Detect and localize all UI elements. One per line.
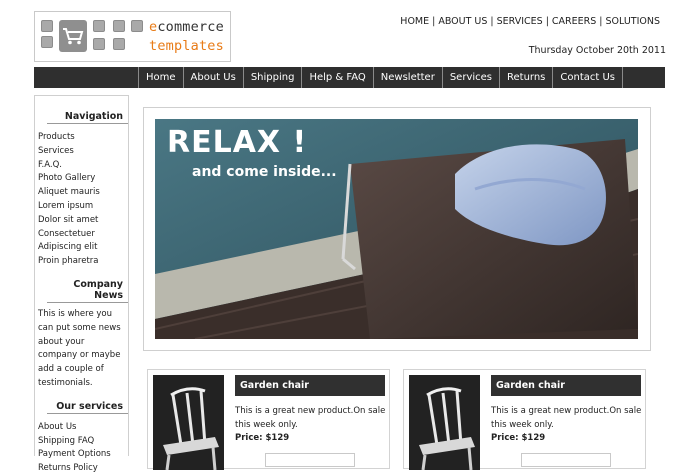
logo-square bbox=[113, 20, 125, 32]
top-link-home[interactable]: HOME bbox=[400, 16, 429, 27]
our-services-heading: Our services bbox=[47, 401, 128, 414]
logo-text-templates: templates bbox=[149, 38, 224, 54]
top-link-about-us[interactable]: ABOUT US bbox=[438, 16, 487, 27]
nav-returns[interactable]: Returns bbox=[500, 67, 554, 88]
product-description: This is a great new product.On sale this… bbox=[235, 406, 386, 430]
sidebar-item-payment-options[interactable]: Payment Options bbox=[38, 448, 128, 462]
sidebar: Navigation Products Services F.A.Q. Phot… bbox=[34, 95, 129, 473]
hero-banner[interactable]: RELAX ! and come inside... bbox=[155, 119, 638, 339]
hero-title: RELAX ! bbox=[167, 125, 308, 160]
sidebar-item-aliquet-mauris[interactable]: Aliquet mauris bbox=[38, 186, 128, 200]
logo-square bbox=[93, 38, 105, 50]
nav-contact-us[interactable]: Contact Us bbox=[553, 67, 624, 88]
cart-icon bbox=[59, 20, 87, 52]
sidebar-item-services[interactable]: Services bbox=[38, 145, 128, 159]
logo-square bbox=[113, 38, 125, 50]
sidebar-item-adipiscing-elit[interactable]: Adipiscing elit bbox=[38, 241, 128, 255]
logo-text-ecommerce: ecommerce bbox=[149, 19, 224, 35]
company-news-text: This is where you can put some news abou… bbox=[38, 308, 121, 388]
product-card: Garden chair This is a great new product… bbox=[147, 369, 390, 470]
nav-about-us[interactable]: About Us bbox=[184, 67, 244, 88]
product-button[interactable] bbox=[265, 453, 355, 467]
top-links: HOME | ABOUT US | SERVICES | CAREERS | SOLUTIONS bbox=[400, 16, 660, 27]
logo-square bbox=[41, 20, 53, 32]
product-button[interactable] bbox=[521, 453, 611, 467]
nav-newsletter[interactable]: Newsletter bbox=[374, 67, 443, 88]
product-price: Price: $129 bbox=[491, 433, 546, 443]
top-link-services[interactable]: SERVICES bbox=[497, 16, 543, 27]
nav-help-faq[interactable]: Help & FAQ bbox=[302, 67, 374, 88]
sidebar-item-returns-policy[interactable]: Returns Policy bbox=[38, 462, 128, 476]
sidebar-item-about-us[interactable]: About Us bbox=[38, 421, 128, 435]
services-list: About Us Shipping FAQ Payment Options Re… bbox=[35, 421, 128, 476]
sidebar-item-consectetuer[interactable]: Consectetuer bbox=[38, 228, 128, 242]
top-link-solutions[interactable]: SOLUTIONS bbox=[606, 16, 661, 27]
main-nav: Home About Us Shipping Help & FAQ Newsle… bbox=[34, 67, 665, 88]
sidebar-item-products[interactable]: Products bbox=[38, 131, 128, 145]
nav-home[interactable]: Home bbox=[139, 67, 184, 88]
top-link-careers[interactable]: CAREERS bbox=[552, 16, 596, 27]
current-date: Thursday October 20th 2011 bbox=[528, 45, 666, 56]
sidebar-item-proin-pharetra[interactable]: Proin pharetra bbox=[38, 255, 128, 269]
nav-shipping[interactable]: Shipping bbox=[244, 67, 303, 88]
logo-square bbox=[131, 20, 143, 32]
nav-services[interactable]: Services bbox=[443, 67, 500, 88]
sidebar-item-photo-gallery[interactable]: Photo Gallery bbox=[38, 172, 128, 186]
site-logo[interactable]: ecommerce templates bbox=[34, 11, 231, 62]
sidebar-item-faq[interactable]: F.A.Q. bbox=[38, 159, 128, 173]
sidebar-item-shipping-faq[interactable]: Shipping FAQ bbox=[38, 435, 128, 449]
company-news-heading: Company News bbox=[47, 279, 128, 303]
hero-subtitle: and come inside... bbox=[192, 164, 337, 180]
navigation-heading: Navigation bbox=[47, 111, 128, 124]
product-card: Garden chair This is a great new product… bbox=[403, 369, 646, 470]
product-title[interactable]: Garden chair bbox=[491, 375, 641, 396]
hero-container: RELAX ! and come inside... bbox=[143, 107, 651, 351]
sidebar-item-dolor-sit-amet[interactable]: Dolor sit amet bbox=[38, 214, 128, 228]
product-description: This is a great new product.On sale this… bbox=[491, 406, 642, 430]
logo-square bbox=[41, 36, 53, 48]
product-title[interactable]: Garden chair bbox=[235, 375, 385, 396]
product-price: Price: $129 bbox=[235, 433, 290, 443]
sidebar-item-lorem-ipsum[interactable]: Lorem ipsum bbox=[38, 200, 128, 214]
logo-square bbox=[93, 20, 105, 32]
navigation-list: Products Services F.A.Q. Photo Gallery A… bbox=[35, 131, 128, 269]
